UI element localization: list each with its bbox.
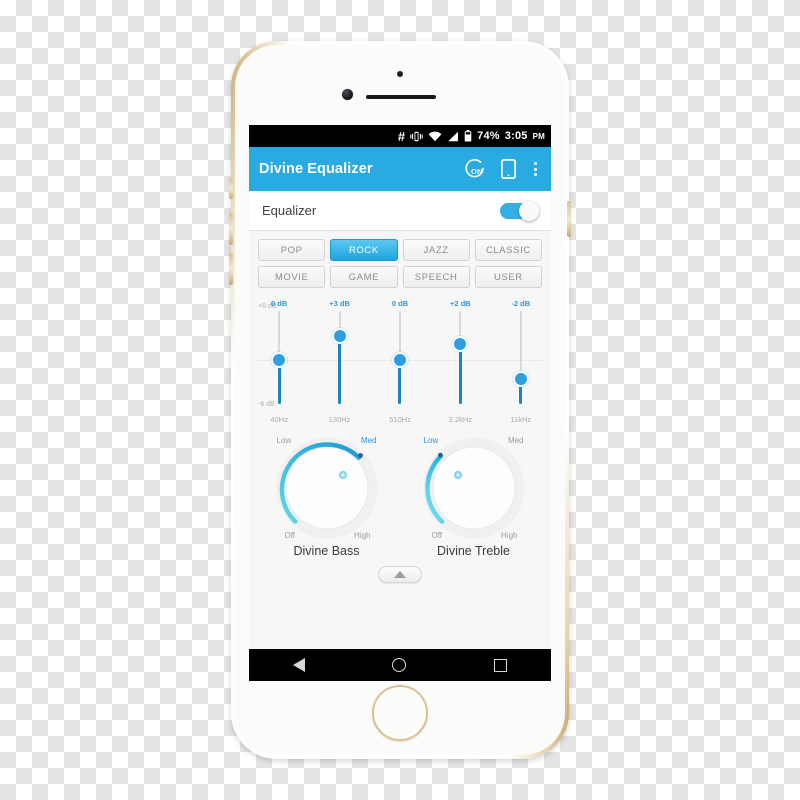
band-freq-label-2: 510Hz: [389, 415, 411, 424]
preset-game[interactable]: GAME: [330, 266, 398, 288]
preset-user[interactable]: USER: [474, 266, 542, 288]
battery-percent-label: 74%: [477, 130, 500, 142]
recents-icon[interactable]: [494, 658, 508, 672]
treble-knob-label-off: Off: [431, 531, 443, 540]
power-button[interactable]: [567, 201, 571, 237]
band-value-label-3: +2 dB: [450, 299, 471, 308]
hash-icon: #: [397, 128, 406, 144]
bass-knob-group: Low Med Off High Divine Bass: [255, 430, 398, 558]
band-fill-3: [458, 344, 462, 404]
equalizer-toggle-row[interactable]: Equalizer: [249, 191, 551, 231]
preset-movie[interactable]: MOVIE: [258, 266, 326, 288]
band-value-label-4: -2 dB: [511, 299, 531, 308]
treble-knob-label-high: High: [501, 531, 518, 540]
preset-rock[interactable]: ROCK: [330, 239, 398, 261]
expand-button[interactable]: [378, 566, 422, 583]
treble-knob-group: Low Med Off High Divine Treble: [402, 430, 545, 558]
app-content: Equalizer POP ROCK JAZZ CLASSIC MOVIE GA…: [249, 191, 551, 681]
phone-screen: # 74% 3:05 PM Divine Equalizer ON Equali…: [249, 125, 551, 681]
equalizer-switch[interactable]: [500, 200, 539, 221]
volume-up-button[interactable]: [229, 213, 233, 245]
bass-knob-label-off: Off: [284, 531, 296, 540]
preset-grid: POP ROCK JAZZ CLASSIC MOVIE GAME SPEECH …: [249, 231, 551, 294]
device-icon[interactable]: [501, 159, 516, 179]
power-on-icon[interactable]: ON: [465, 158, 487, 180]
caret-up-icon: [394, 571, 406, 578]
treble-knob-label-low: Low: [423, 436, 439, 445]
band-freq-label-0: 40Hz: [270, 415, 288, 424]
earpiece-speaker: [366, 95, 436, 99]
phone-device-mockup: # 74% 3:05 PM Divine Equalizer ON Equali…: [229, 41, 571, 759]
band-thumb-1[interactable]: [331, 328, 348, 344]
home-icon[interactable]: [392, 658, 407, 672]
bass-knob-label-low: Low: [276, 436, 292, 445]
vibrate-icon: [410, 131, 423, 142]
band-fill-1: [338, 336, 342, 404]
band-thumb-3[interactable]: [452, 336, 469, 352]
clock-ampm-label: PM: [532, 131, 545, 141]
overflow-menu-icon[interactable]: [530, 160, 541, 178]
wifi-icon: [428, 131, 442, 142]
home-button[interactable]: [372, 685, 428, 741]
expand-bar: [249, 558, 551, 649]
band-thumb-2[interactable]: [391, 352, 408, 368]
volume-down-button[interactable]: [229, 253, 233, 285]
app-bar-actions: ON: [465, 158, 541, 180]
bass-knob-title: Divine Bass: [293, 544, 360, 558]
proximity-sensor: [397, 71, 403, 77]
preset-pop[interactable]: POP: [258, 239, 326, 261]
power-on-label: ON: [471, 167, 483, 176]
band-value-label-0: 0 dB: [271, 299, 288, 308]
band-slider-4[interactable]: -2 dB 11kHz: [491, 298, 551, 426]
band-slider-2[interactable]: 0 dB 510Hz: [370, 298, 430, 426]
preset-speech[interactable]: SPEECH: [402, 266, 470, 288]
preset-row: MOVIE GAME SPEECH USER: [258, 266, 542, 288]
preset-row: POP ROCK JAZZ CLASSIC: [258, 239, 542, 261]
clock-time-label: 3:05: [504, 130, 528, 142]
treble-knob-label-med: Med: [507, 436, 524, 445]
band-value-label-2: 0 dB: [391, 299, 409, 308]
signal-icon: [447, 131, 459, 142]
band-slider-1[interactable]: +3 dB 130Hz: [309, 298, 369, 426]
equalizer-label: Equalizer: [262, 203, 317, 218]
treble-knob[interactable]: Low Med Off High: [416, 430, 532, 542]
band-freq-label-4: 11kHz: [510, 415, 532, 424]
app-title: Divine Equalizer: [259, 161, 373, 177]
treble-knob-title: Divine Treble: [437, 544, 510, 558]
back-icon[interactable]: [292, 658, 305, 672]
equalizer-band-sliders: +6 dB -6 dB 0 dB 40Hz +3 dB 130Hz 0 dB 5…: [249, 298, 551, 426]
mute-switch[interactable]: [229, 179, 233, 199]
preset-jazz[interactable]: JAZZ: [402, 239, 470, 261]
band-slider-0[interactable]: 0 dB 40Hz: [249, 298, 309, 426]
bass-knob-label-med: Med: [360, 436, 377, 445]
bass-knob[interactable]: Low Med Off High: [269, 430, 385, 542]
band-thumb-4[interactable]: [512, 371, 529, 387]
battery-icon: [464, 130, 472, 142]
band-slider-3[interactable]: +2 dB 2.2kHz: [430, 298, 490, 426]
switch-knob: [519, 200, 539, 221]
band-freq-label-3: 2.2kHz: [448, 415, 473, 424]
band-value-label-1: +3 dB: [329, 299, 350, 308]
android-navigation-bar: [249, 649, 551, 681]
android-status-bar: # 74% 3:05 PM: [249, 125, 551, 147]
app-bar: Divine Equalizer ON: [249, 147, 551, 191]
front-camera-icon: [342, 89, 353, 100]
preset-classic[interactable]: CLASSIC: [474, 239, 542, 261]
band-thumb-0[interactable]: [271, 352, 288, 368]
band-freq-label-1: 130Hz: [328, 415, 351, 424]
knob-controls: Low Med Off High Divine Bass Low Med Off…: [249, 426, 551, 558]
bass-knob-label-high: High: [354, 531, 371, 540]
